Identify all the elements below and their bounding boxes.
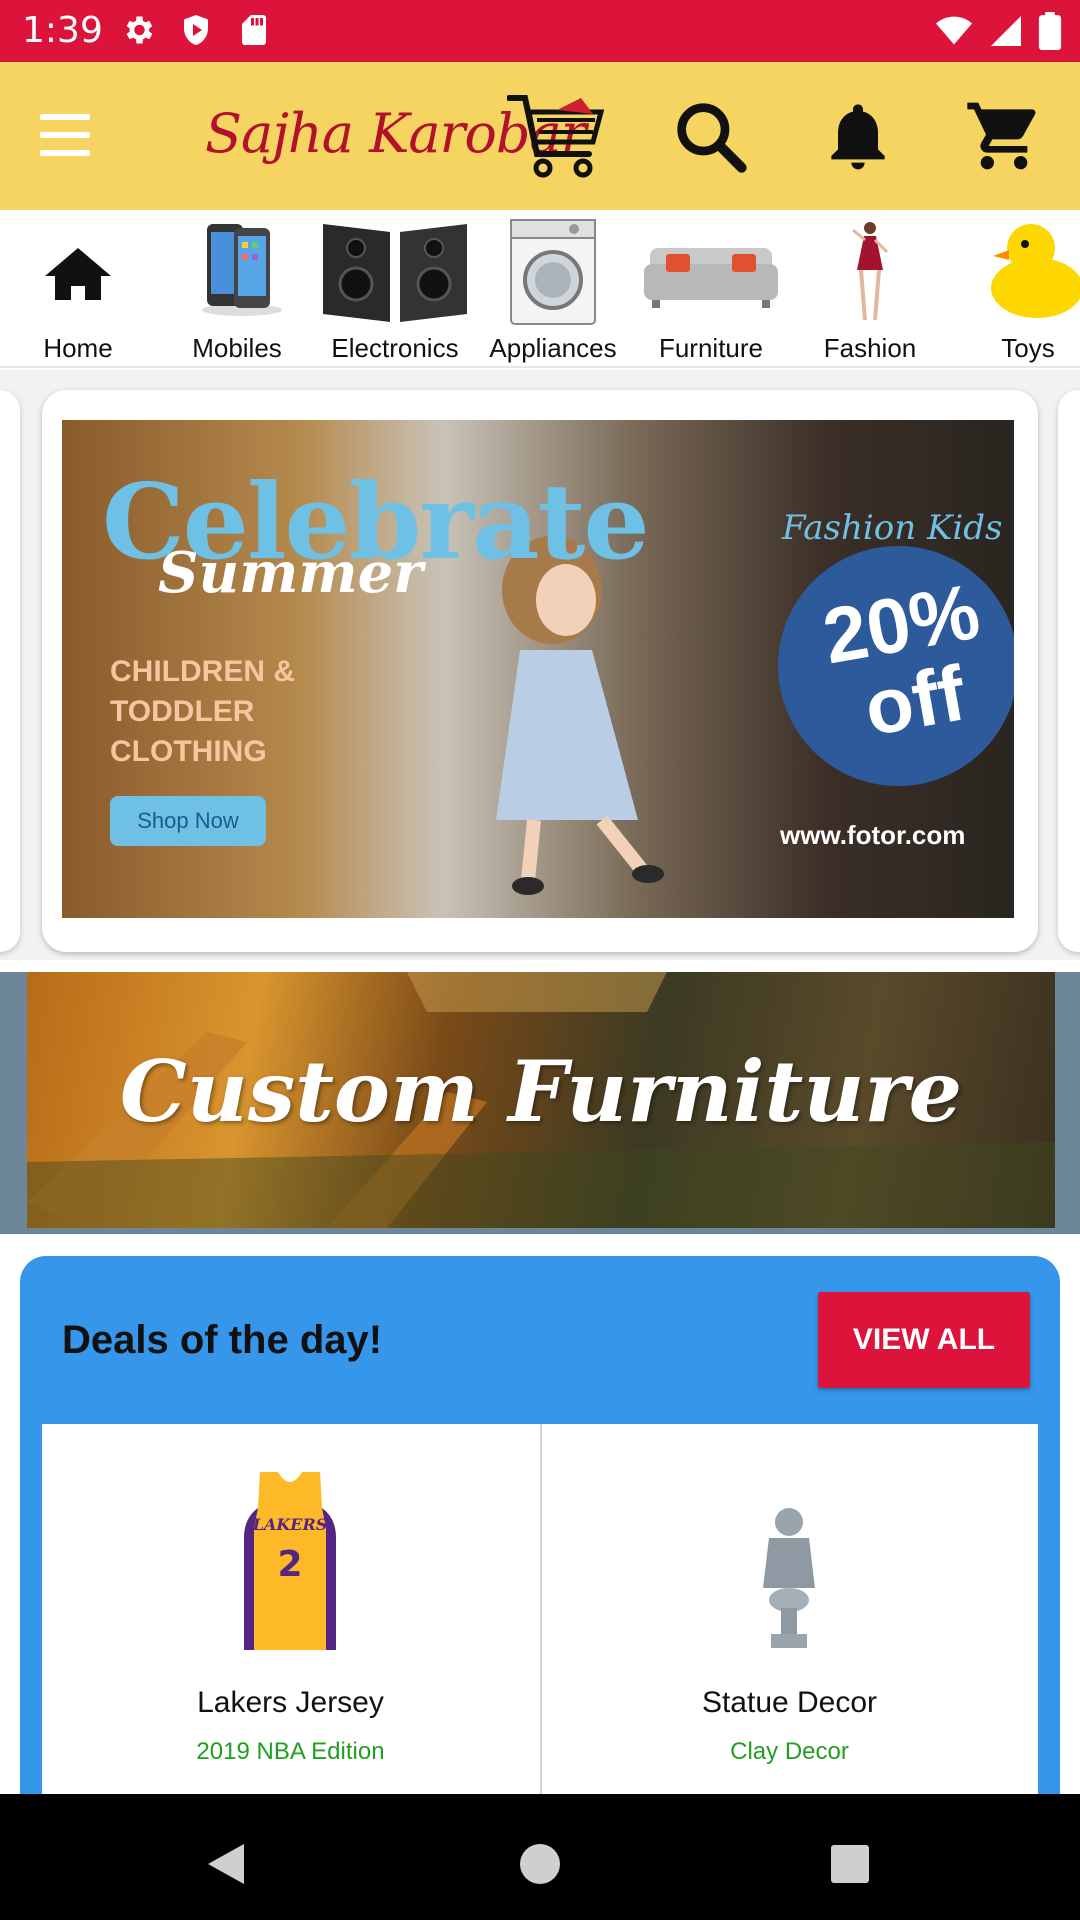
category-appliances[interactable]: Appliances — [478, 218, 628, 368]
deals-title: Deals of the day! — [62, 1318, 383, 1362]
duck-icon — [991, 224, 1080, 318]
deal-item-statue-decor[interactable]: Statue Decor Clay Decor — [541, 1424, 1038, 1824]
statue-image — [763, 1508, 815, 1648]
furniture-banner-text: Custom Furniture — [119, 1042, 963, 1141]
sd-card-icon — [242, 15, 266, 45]
banner-tagline: Fashion Kids — [782, 508, 1003, 548]
settings-icon — [126, 16, 153, 44]
furniture-banner[interactable]: Custom Furniture — [0, 972, 1080, 1234]
back-icon[interactable] — [198, 1832, 258, 1892]
category-home[interactable]: Home — [3, 218, 153, 368]
deals-section: Deals of the day! VIEW ALL LAKERS 2 Lake… — [20, 1256, 1060, 1824]
furniture-photo: Custom Furniture — [27, 972, 1055, 1228]
child-photo — [496, 536, 664, 895]
search-icon[interactable] — [670, 96, 750, 176]
category-label: Appliances — [489, 333, 617, 363]
mobile-icon — [202, 224, 282, 316]
brand-logo[interactable]: Sajha Karobar — [205, 92, 625, 182]
speakers-icon — [323, 224, 467, 322]
home-circle-icon[interactable] — [510, 1832, 570, 1892]
category-label: Toys — [1001, 333, 1055, 363]
sofa-icon — [644, 248, 778, 308]
svg-text:2: 2 — [277, 1544, 302, 1585]
signal-icon — [991, 16, 1021, 46]
discount-badge: 20% off — [778, 546, 1014, 786]
wifi-icon — [936, 16, 972, 45]
shield-icon — [184, 15, 208, 45]
app-bar: Sajha Karobar — [0, 62, 1080, 210]
category-label: Mobiles — [192, 333, 282, 363]
deal-subtitle: 2019 NBA Edition — [196, 1738, 385, 1765]
status-right-icons — [934, 12, 1062, 50]
washing-machine-icon — [510, 219, 596, 325]
shop-now-button[interactable]: Shop Now — [110, 796, 266, 846]
carousel-prev-card[interactable] — [0, 390, 20, 952]
battery-icon — [1038, 12, 1062, 50]
category-label: Furniture — [658, 333, 764, 363]
app-screen: 1:39 Sajha Karobar Home Mobiles Electron… — [0, 0, 1080, 1920]
cart-icon[interactable] — [964, 96, 1044, 176]
deal-item-lakers-jersey[interactable]: LAKERS 2 Lakers Jersey 2019 NBA Edition — [42, 1424, 539, 1824]
system-nav-bar — [0, 1794, 1080, 1920]
status-left-icons — [120, 12, 272, 48]
fashion-icon — [852, 222, 889, 321]
carousel-card[interactable]: Celebrate Summer CHILDREN & TODDLER CLOT… — [42, 390, 1038, 952]
category-electronics[interactable]: Electronics — [320, 218, 470, 368]
promo-carousel[interactable]: Celebrate Summer CHILDREN & TODDLER CLOT… — [0, 370, 1080, 960]
status-bar: 1:39 — [0, 0, 1080, 62]
deal-name: Statue Decor — [701, 1686, 878, 1719]
deals-grid: LAKERS 2 Lakers Jersey 2019 NBA Edition … — [42, 1424, 1038, 1824]
category-label: Home — [43, 333, 113, 363]
category-mobiles[interactable]: Mobiles — [162, 218, 312, 368]
menu-icon — [40, 114, 90, 120]
category-strip: Home Mobiles Electronics Appliances Furn… — [0, 210, 1080, 368]
category-label: Electronics — [331, 333, 459, 363]
carousel-next-card[interactable] — [1058, 390, 1080, 952]
view-all-button[interactable]: VIEW ALL — [818, 1292, 1030, 1388]
bell-icon[interactable] — [818, 96, 898, 176]
category-label: Fashion — [823, 333, 917, 363]
banner-url: www.fotor.com — [780, 820, 966, 850]
category-furniture[interactable]: Furniture — [636, 218, 786, 368]
banner-subtitle: Summer — [158, 540, 423, 606]
menu-button[interactable] — [40, 114, 96, 158]
summer-banner[interactable]: Celebrate Summer CHILDREN & TODDLER CLOT… — [62, 420, 1014, 918]
banner-description: CHILDREN & TODDLER CLOTHING — [110, 655, 295, 768]
jersey-image: LAKERS 2 — [244, 1472, 336, 1650]
home-icon — [45, 248, 111, 300]
deal-subtitle: Clay Decor — [730, 1738, 849, 1765]
status-time: 1:39 — [22, 10, 103, 51]
svg-text:LAKERS: LAKERS — [252, 1515, 328, 1534]
discount-text: 20% off — [816, 566, 986, 753]
deal-name: Lakers Jersey — [197, 1686, 384, 1719]
cart-logo-icon — [507, 95, 605, 178]
category-toys[interactable]: Toys — [953, 218, 1080, 368]
recents-icon[interactable] — [820, 1832, 880, 1892]
category-fashion[interactable]: Fashion — [795, 218, 945, 368]
